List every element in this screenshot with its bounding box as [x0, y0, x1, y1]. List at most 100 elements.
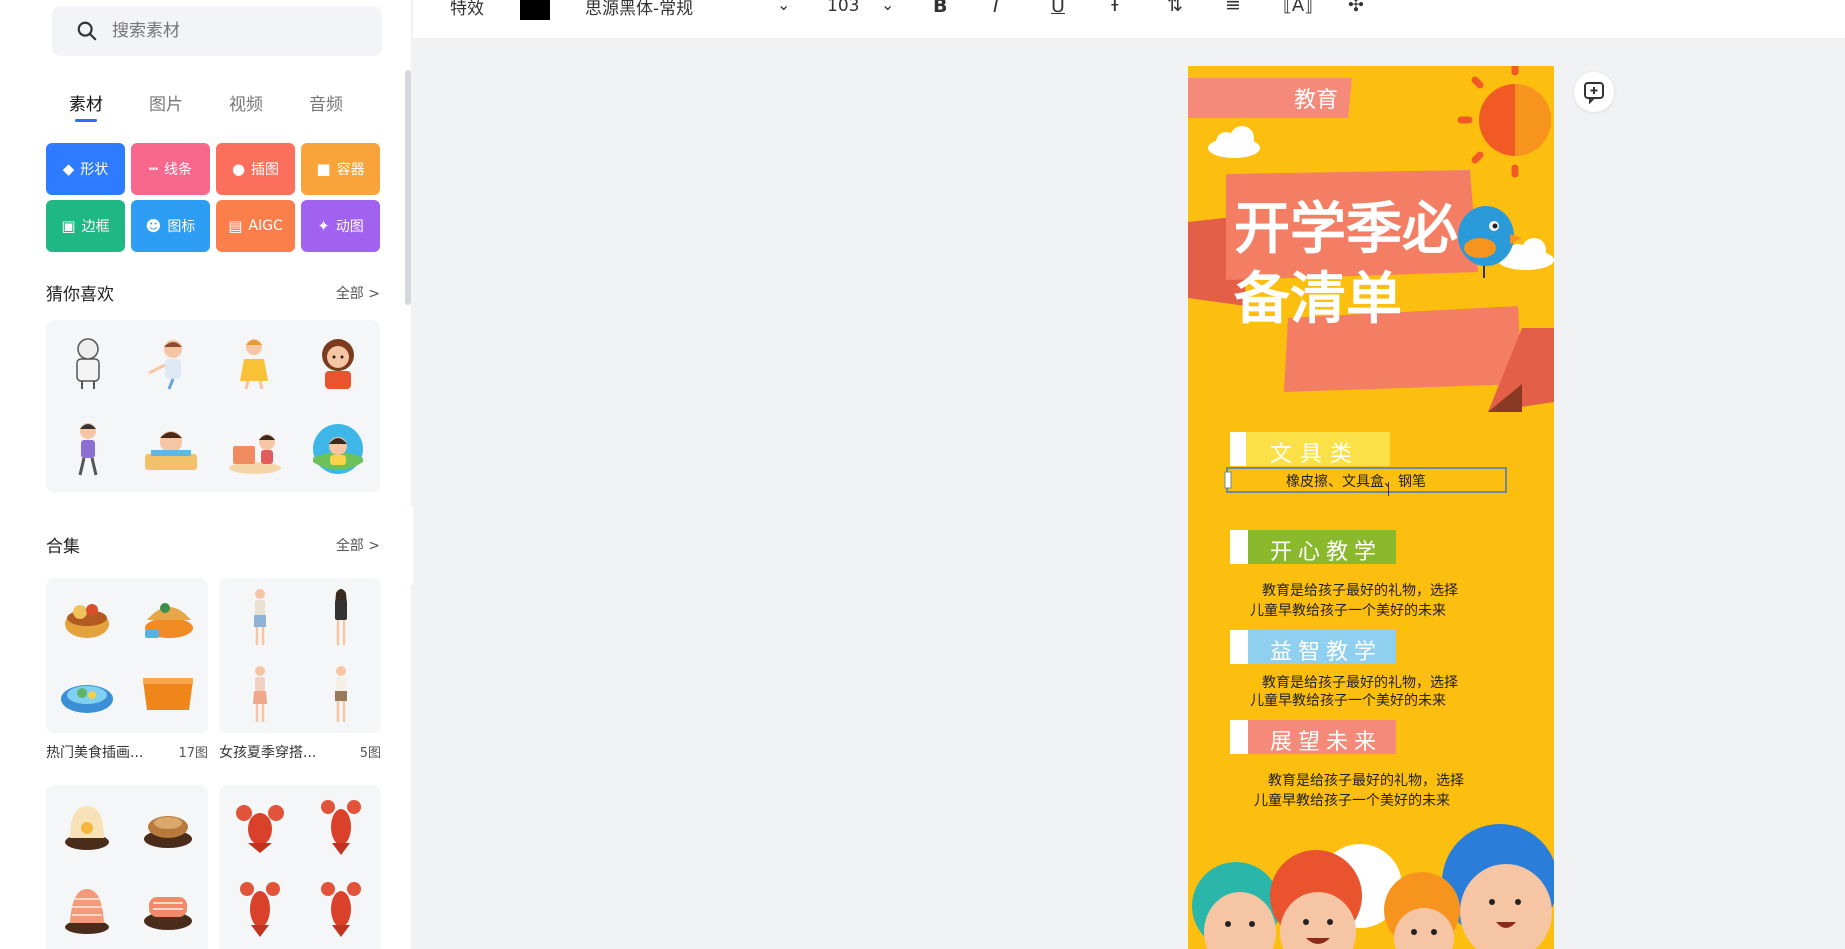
section-body[interactable]: 教育是给孩子最好的礼物，选择 — [1262, 580, 1458, 600]
guess-all-link[interactable]: 全部 > — [336, 283, 380, 303]
sticker-item[interactable] — [213, 320, 297, 406]
collection-name: 热门美食插画... — [46, 745, 144, 761]
section-body[interactable]: 儿童早教给孩子一个美好的未来 — [1250, 600, 1446, 620]
category-grid: ◆ 形状 ┅ 线条 ● 插图 ■ 容器 ▣ 边框 ☻ 图标 ▤ AIGC ✦ 动图 — [46, 143, 380, 252]
category-label: 线条 — [164, 162, 193, 178]
category-animation-button[interactable]: ✦ 动图 — [301, 200, 380, 252]
collection-card-pastry[interactable] — [46, 785, 208, 949]
poster-tag[interactable]: 教育 — [1294, 82, 1338, 114]
category-container-button[interactable]: ■ 容器 — [301, 143, 380, 195]
align-center-icon[interactable]: ≡ — [1225, 0, 1241, 16]
pastry-thumb — [46, 867, 127, 949]
collection-caption-food: 热门美食插画... 17图 — [46, 742, 208, 762]
kids-illustration — [1192, 824, 1554, 949]
section-heading[interactable]: 展望未来 — [1270, 724, 1382, 756]
font-size-select[interactable]: 103 — [827, 0, 859, 16]
more-effects-icon[interactable]: ✣ — [1348, 0, 1364, 16]
category-label: 形状 — [80, 162, 109, 178]
guess-title: 猜你喜欢 — [46, 285, 114, 305]
pastry-thumb — [127, 867, 208, 949]
section-heading[interactable]: 文具类 — [1270, 436, 1360, 468]
guess-header: 猜你喜欢 全部 > — [46, 280, 380, 305]
collection-card-girls[interactable] — [219, 578, 381, 733]
category-shape-button[interactable]: ◆ 形状 — [46, 143, 125, 195]
crayfish-thumb — [219, 785, 300, 867]
sticker-item[interactable] — [130, 320, 214, 406]
box-icon: ■ — [316, 160, 331, 178]
section-heading[interactable]: 开心教学 — [1270, 534, 1382, 566]
category-label: 边框 — [81, 219, 110, 235]
search-box[interactable] — [52, 6, 382, 56]
strikethrough-icon[interactable]: Ŧ — [1109, 0, 1121, 16]
sidebar-scrollbar[interactable] — [405, 70, 411, 305]
food-thumb — [127, 578, 208, 656]
letter-spacing-icon[interactable]: ⟦A⟧ — [1283, 0, 1313, 16]
poster-title-line2[interactable]: 备清单 — [1234, 254, 1402, 335]
shape-icon: ◆ — [62, 160, 75, 178]
section-heading[interactable]: 益智教学 — [1270, 634, 1382, 666]
text-toolbar: 特效 思源黑体-常规 ⌄ 103 ⌄ B I U Ŧ ⇅ ≡ ⟦A⟧ ✣ — [413, 0, 1845, 38]
search-input[interactable] — [112, 21, 332, 41]
collection-name: 女孩夏季穿搭... — [219, 745, 317, 761]
category-label: AIGC — [248, 218, 283, 234]
outfit-thumb — [300, 656, 381, 734]
material-sidebar: 素材 图片 视频 音频 ◆ 形状 ┅ 线条 ● 插图 ■ 容器 ▣ 边框 ☻ 图标 ▤ AIG… — [0, 0, 412, 949]
collection-count: 5图 — [359, 746, 381, 761]
text-cursor — [1388, 482, 1389, 496]
collection-card-crayfish[interactable] — [219, 785, 381, 949]
category-label: 插图 — [251, 162, 280, 178]
category-icon-button[interactable]: ☻ 图标 — [131, 200, 210, 252]
underline-button[interactable]: U — [1051, 0, 1065, 17]
editor-canvas[interactable] — [413, 38, 1845, 949]
collection-count: 17图 — [178, 746, 208, 761]
text-color-swatch[interactable] — [520, 0, 550, 20]
poster-artboard[interactable]: 教育 开学季必 备清单 文具类 橡皮擦、文具盒、钢笔 开心教学 教育是给孩子最好… — [1188, 66, 1554, 949]
section-body[interactable]: 教育是给孩子最好的礼物，选择 — [1262, 672, 1458, 692]
category-label: 图标 — [167, 219, 196, 235]
italic-button[interactable]: I — [993, 0, 999, 17]
category-frame-button[interactable]: ▣ 边框 — [46, 200, 125, 252]
sticker-item[interactable] — [130, 406, 214, 492]
material-tabs: 素材 图片 视频 音频 — [46, 90, 366, 122]
text-orientation-icon[interactable]: ⇅ — [1167, 0, 1183, 16]
emoji-icon: ☻ — [145, 217, 162, 235]
search-icon — [77, 21, 97, 41]
tab-audio[interactable]: 音频 — [286, 90, 366, 115]
section-body[interactable]: 橡皮擦、文具盒、钢笔 — [1286, 471, 1426, 491]
line-icon: ┅ — [148, 160, 159, 178]
sticker-item[interactable] — [297, 320, 381, 406]
sparkle-icon: ✦ — [317, 217, 330, 235]
section-body[interactable]: 教育是给孩子最好的礼物，选择 — [1268, 770, 1464, 790]
collection-header: 合集 全部 > — [46, 532, 380, 557]
collection-caption-girls: 女孩夏季穿搭... 5图 — [219, 742, 381, 762]
crayfish-thumb — [300, 785, 381, 867]
outfit-thumb — [219, 578, 300, 656]
category-illustration-button[interactable]: ● 插图 — [216, 143, 295, 195]
category-line-button[interactable]: ┅ 线条 — [131, 143, 210, 195]
category-aigc-button[interactable]: ▤ AIGC — [216, 200, 295, 252]
pastry-thumb — [46, 785, 127, 867]
sticker-item[interactable] — [46, 406, 130, 492]
sticker-item[interactable] — [46, 320, 130, 406]
bold-button[interactable]: B — [933, 0, 947, 17]
ai-icon: ▤ — [228, 217, 243, 235]
chevron-down-icon[interactable]: ⌄ — [881, 0, 894, 14]
tab-image[interactable]: 图片 — [126, 90, 206, 115]
frame-icon: ▣ — [61, 217, 76, 235]
chevron-down-icon[interactable]: ⌄ — [777, 0, 790, 14]
tab-material[interactable]: 素材 — [46, 90, 126, 122]
effects-button[interactable]: 特效 — [450, 0, 484, 19]
sticker-item[interactable] — [297, 406, 381, 492]
add-comment-button[interactable] — [1574, 72, 1614, 112]
palette-icon: ● — [231, 160, 246, 178]
font-family-select[interactable]: 思源黑体-常规 — [585, 0, 693, 19]
section-body[interactable]: 儿童早教给孩子一个美好的未来 — [1250, 690, 1446, 710]
collection-card-food[interactable] — [46, 578, 208, 733]
category-label: 容器 — [336, 162, 365, 178]
poster-title-line1[interactable]: 开学季必 — [1234, 184, 1458, 265]
category-label: 动图 — [335, 219, 364, 235]
collection-all-link[interactable]: 全部 > — [336, 535, 380, 555]
section-body[interactable]: 儿童早教给孩子一个美好的未来 — [1254, 790, 1450, 810]
tab-video[interactable]: 视频 — [206, 90, 286, 115]
sticker-item[interactable] — [213, 406, 297, 492]
